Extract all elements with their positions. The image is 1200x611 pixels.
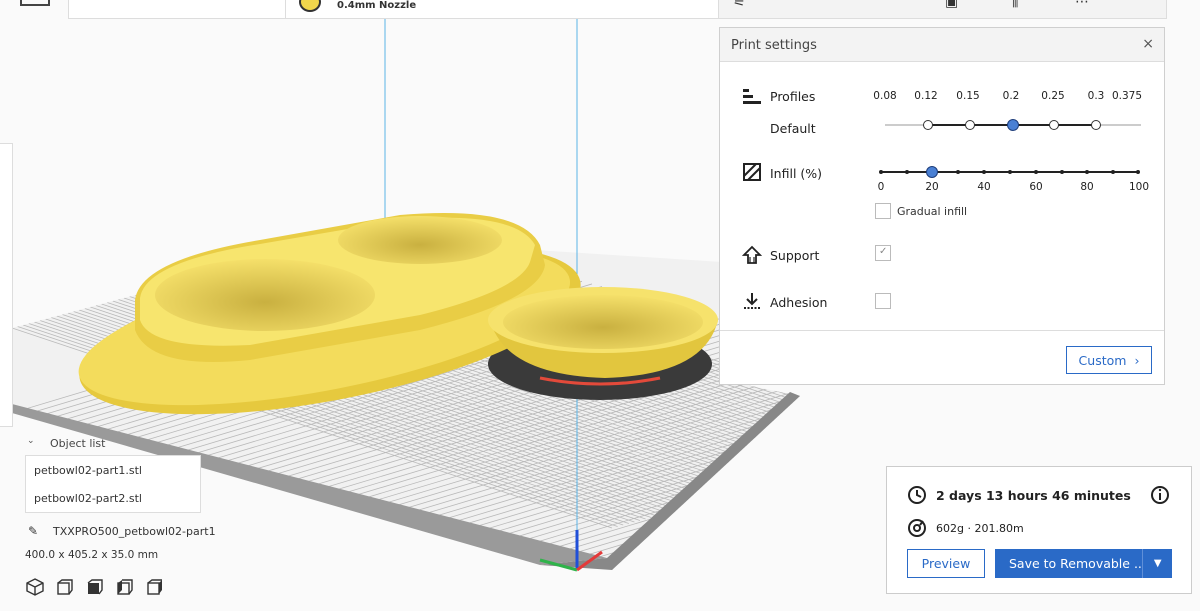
profile-node-selected[interactable] bbox=[1007, 119, 1019, 131]
custom-button-label: Custom bbox=[1078, 352, 1127, 368]
infill-tick bbox=[956, 170, 960, 174]
clock-icon bbox=[908, 486, 926, 504]
infill-tick bbox=[1085, 170, 1089, 174]
panel-header: Print settings × bbox=[720, 28, 1164, 62]
profile-option-label[interactable]: 0.08 bbox=[873, 90, 896, 102]
menu-square-icon[interactable] bbox=[20, 0, 50, 6]
infill-tick bbox=[1008, 170, 1012, 174]
profile-option-label[interactable]: 0.25 bbox=[1041, 90, 1064, 102]
infill-icon bbox=[743, 163, 761, 181]
save-to-removable-button[interactable]: Save to Removable ... ▼ bbox=[995, 549, 1172, 578]
infill-tick bbox=[1111, 170, 1115, 174]
infill-slider-handle[interactable] bbox=[926, 166, 938, 178]
header-divider bbox=[285, 0, 286, 18]
infill-tick-label: 40 bbox=[977, 181, 991, 193]
infill-tick-label: 0 bbox=[877, 181, 885, 193]
chevron-down-icon[interactable]: ▼ bbox=[1143, 558, 1172, 569]
print-estimate-panel: 2 days 13 hours 46 minutes 602g · 201.80… bbox=[886, 466, 1192, 594]
infill-tick bbox=[879, 170, 883, 174]
profiles-icon bbox=[743, 89, 761, 104]
object-list-header[interactable]: Object list bbox=[50, 437, 105, 450]
infill-label: Infill (%) bbox=[770, 166, 823, 181]
infill-tick bbox=[1136, 170, 1140, 174]
infill-tick-label: 20 bbox=[925, 181, 939, 193]
infill-tick-label: 80 bbox=[1080, 181, 1094, 193]
profile-node[interactable] bbox=[1049, 120, 1059, 130]
chart-icon[interactable]: ⫼ bbox=[1012, 0, 1018, 10]
profiles-label: Profiles bbox=[770, 89, 816, 104]
nozzle-label: 0.4mm Nozzle bbox=[337, 0, 417, 11]
more-icon[interactable]: ⋯ bbox=[1075, 0, 1089, 10]
gradual-infill-label: Gradual infill bbox=[897, 205, 968, 218]
infill-tick-label: 100 bbox=[1128, 181, 1150, 193]
print-settings-toolbar[interactable]: ⚟ ▣ ⫼ ⋯ bbox=[718, 0, 1167, 19]
selected-object-name: TXXPRO500_petbowl02-part1 bbox=[53, 525, 216, 538]
panel-title: Print settings bbox=[731, 38, 817, 53]
object-list-item[interactable]: petbowl02-part2.stl bbox=[34, 492, 142, 505]
profile-option-label[interactable]: 0.3 bbox=[1088, 90, 1105, 102]
panel-divider bbox=[720, 330, 1164, 331]
spool-icon bbox=[908, 519, 926, 537]
profile-node[interactable] bbox=[965, 120, 975, 130]
view-top-icon[interactable] bbox=[85, 577, 105, 597]
printer-selector-bar[interactable]: 0.4mm Nozzle bbox=[68, 0, 720, 19]
chevron-down-icon[interactable]: ⌄ bbox=[27, 436, 35, 446]
print-settings-panel: Print settings × Profiles Default 0.08 0… bbox=[719, 27, 1165, 385]
checkmark-icon: ✓ bbox=[879, 246, 888, 257]
object-list: petbowl02-part1.stl petbowl02-part2.stl bbox=[25, 455, 201, 513]
profile-option-label[interactable]: 0.2 bbox=[1003, 90, 1020, 102]
support-checkbox[interactable]: ✓ bbox=[875, 245, 891, 261]
save-button-label: Save to Removable ... bbox=[1009, 556, 1143, 571]
support-icon bbox=[742, 245, 762, 264]
infill-tick bbox=[1060, 170, 1064, 174]
infill-tick bbox=[1034, 170, 1038, 174]
preview-button[interactable]: Preview bbox=[907, 549, 985, 578]
object-dimensions: 400.0 x 405.2 x 35.0 mm bbox=[25, 549, 159, 561]
infill-tick-label: 60 bbox=[1029, 181, 1043, 193]
object-list-item[interactable]: petbowl02-part1.stl bbox=[34, 464, 142, 477]
custom-button[interactable]: Custom › bbox=[1066, 346, 1152, 374]
chevron-right-icon: › bbox=[1134, 352, 1140, 368]
adhesion-checkbox[interactable] bbox=[875, 293, 891, 309]
profile-current: Default bbox=[770, 121, 816, 136]
profile-node[interactable] bbox=[1091, 120, 1101, 130]
view-orientation-bar bbox=[25, 577, 165, 597]
view-3d-icon[interactable] bbox=[25, 577, 45, 597]
view-right-icon[interactable] bbox=[145, 577, 165, 597]
info-icon[interactable] bbox=[1150, 485, 1170, 505]
pencil-icon[interactable]: ✎ bbox=[28, 524, 38, 538]
profile-option-label[interactable]: 0.15 bbox=[956, 90, 979, 102]
close-icon[interactable]: × bbox=[1142, 36, 1154, 52]
profile-node[interactable] bbox=[923, 120, 933, 130]
material-spool-icon bbox=[299, 0, 321, 12]
infill-tick bbox=[982, 170, 986, 174]
settings-sliders-icon[interactable]: ⚟ bbox=[733, 0, 746, 10]
infill-tick bbox=[905, 170, 909, 174]
print-time: 2 days 13 hours 46 minutes bbox=[936, 488, 1131, 503]
view-front-icon[interactable] bbox=[55, 577, 75, 597]
gradual-infill-checkbox[interactable] bbox=[875, 203, 891, 219]
view-left-icon[interactable] bbox=[115, 577, 135, 597]
left-toolbar[interactable] bbox=[0, 143, 13, 427]
support-icon[interactable]: ▣ bbox=[945, 0, 958, 10]
support-label: Support bbox=[770, 248, 820, 263]
profile-option-label[interactable]: 0.375 bbox=[1112, 90, 1142, 102]
adhesion-icon bbox=[744, 293, 760, 309]
profile-option-label[interactable]: 0.12 bbox=[914, 90, 937, 102]
material-estimate: 602g · 201.80m bbox=[936, 522, 1024, 535]
adhesion-label: Adhesion bbox=[770, 295, 828, 310]
